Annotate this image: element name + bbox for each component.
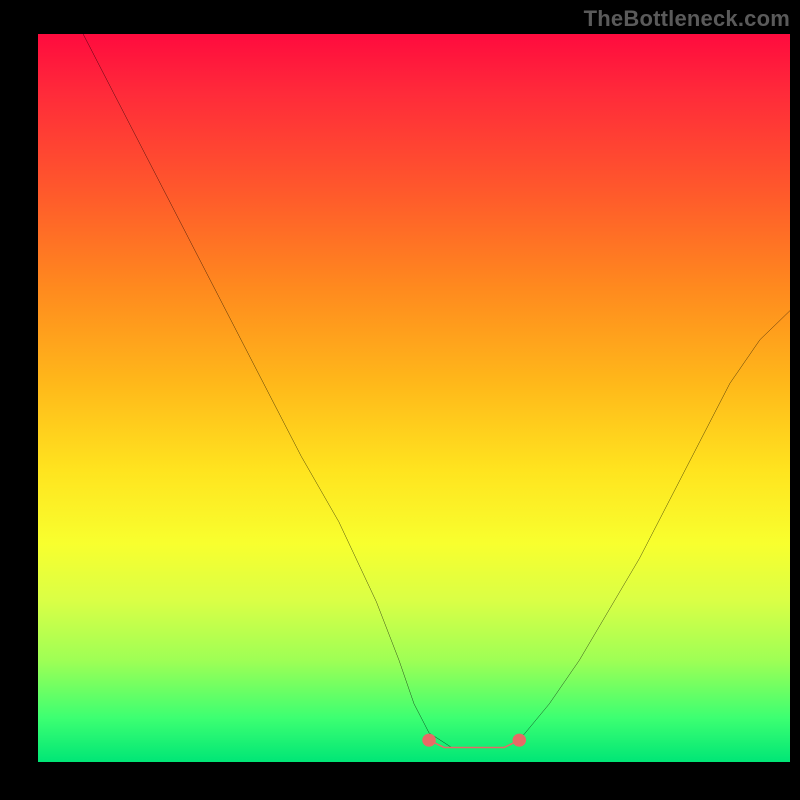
plot-area bbox=[38, 34, 790, 762]
black-curve-path bbox=[83, 34, 790, 747]
floor-band-dot-left bbox=[422, 734, 436, 747]
floor-band-path bbox=[429, 740, 519, 747]
watermark-label: TheBottleneck.com bbox=[584, 6, 790, 32]
chart-frame: TheBottleneck.com bbox=[0, 0, 800, 800]
chart-svg bbox=[38, 34, 790, 762]
floor-band-dot-right bbox=[513, 734, 527, 747]
